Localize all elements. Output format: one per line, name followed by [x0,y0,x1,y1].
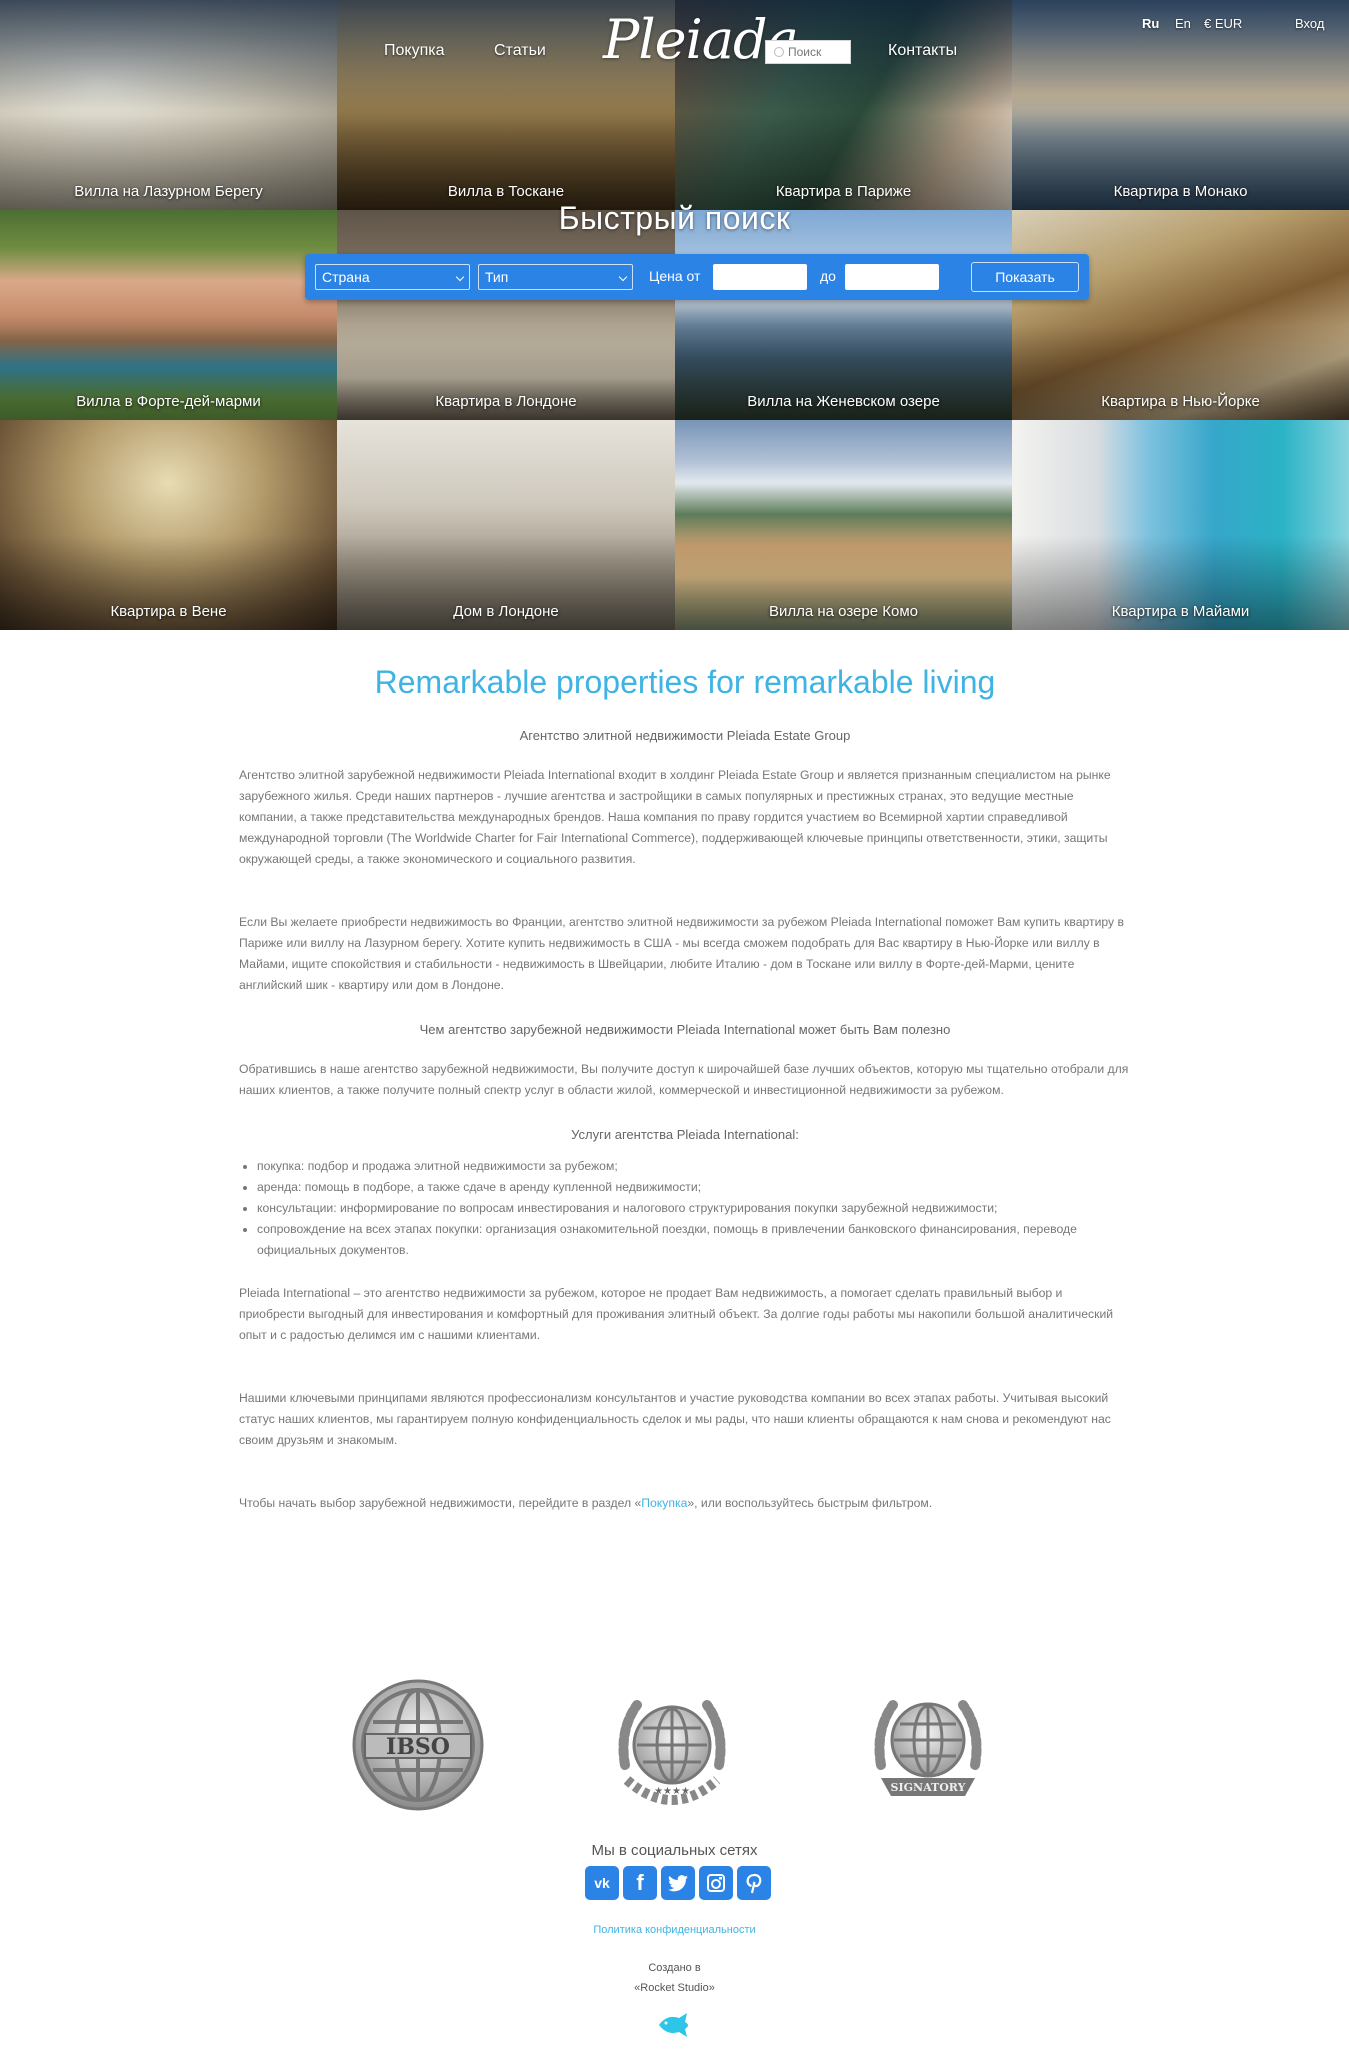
tile-caption: Вилла в Тоскане [447,183,565,200]
social-heading: Мы в социальных сетях [591,1842,758,1859]
list-item: покупка: подбор и продажа элитной недвиж… [257,1156,1131,1177]
list-item: сопровождение на всех этапах покупки: ор… [257,1219,1131,1261]
charter-badge: ★★★★ [618,1700,726,1805]
tile-villa-lake-como[interactable]: Вилла на озере Комо [675,420,1012,630]
tile-caption: Вилла в Форте-дей-марми [76,393,261,410]
chevron-down-icon [618,272,628,282]
made-by: Создано в «Rocket Studio» [0,1958,1349,1998]
price-to-label: до [820,268,836,284]
search-input[interactable] [788,45,848,59]
signatory-text: SIGNATORY [891,1781,966,1794]
buy-section-link[interactable]: Покупка [641,1496,687,1510]
made-by-studio[interactable]: «Rocket Studio» [0,1978,1349,1998]
tile-caption: Вилла на Женевском озере [747,393,940,410]
services-list: покупка: подбор и продажа элитной недвиж… [239,1156,1131,1261]
chevron-down-icon [455,272,465,282]
tile-apartment-monaco[interactable]: Квартира в Монако [1012,0,1349,210]
facebook-icon[interactable]: f [623,1866,657,1900]
list-item: аренда: помощь в подборе, а также сдаче … [257,1177,1131,1198]
tile-villa-cote-dazur[interactable]: Вилла на Лазурном Берегу [0,0,337,210]
type-select[interactable]: Тип [478,264,633,290]
ibso-logo: IBSO [352,1679,484,1811]
nav-buy-link[interactable]: Покупка [384,42,445,60]
price-from-label: Цена от [649,268,701,284]
lang-ru-link[interactable]: Ru [1142,16,1159,31]
tile-apartment-miami[interactable]: Квартира в Майами [1012,420,1349,630]
paragraph-principles: Нашими ключевыми принципами являются про… [239,1391,1111,1447]
section-heading-benefits: Чем агентство зарубежной недвижимости Pl… [419,1022,951,1037]
hero-section: Вилла на Лазурном Берегу Вилла в Тоскане… [0,0,1349,630]
search-icon [774,47,784,57]
social-links: vk f [585,1866,771,1900]
quick-search-bar: Страна Тип Цена от до Показать [305,254,1089,300]
tile-caption: Квартира в Майами [1111,603,1250,620]
tile-apartment-vienna[interactable]: Квартира в Вене [0,420,337,630]
paragraph-about: Pleiada International – это агентство не… [239,1286,1114,1342]
vk-icon[interactable]: vk [585,1866,619,1900]
country-select[interactable]: Страна [315,264,470,290]
price-to-input[interactable] [845,264,939,290]
cta-text-after: », или воспользуйтесь быстрым фильтром. [687,1496,933,1510]
tile-caption: Дом в Лондоне [453,603,559,620]
section-heading-services: Услуги агентства Pleiada International: [571,1127,799,1142]
tile-apartment-new-york[interactable]: Квартира в Нью-Йорке [1012,210,1349,420]
nav-contacts-link[interactable]: Контакты [888,42,957,60]
intro-paragraph: Агентство элитной зарубежной недвижимост… [239,768,1111,866]
tile-apartment-london[interactable]: Квартира в Лондоне [337,210,675,420]
tile-caption: Квартира в Вене [110,603,227,620]
charter-signatory-badge: SIGNATORY [874,1700,982,1796]
made-by-line1: Создано в [648,1962,701,1974]
tile-caption: Квартира в Лондоне [435,393,577,410]
price-from-input[interactable] [713,264,807,290]
tile-caption: Квартира в Париже [775,183,912,200]
paragraph-buy-abroad: Если Вы желаете приобрести недвижимость … [239,915,1124,992]
list-item: консультации: информирование по вопросам… [257,1198,1131,1219]
svg-text:★★★★: ★★★★ [654,1786,690,1797]
quick-search-title: Быстрый поиск [558,200,791,236]
section-subtitle: Агентство элитной недвижимости Pleiada E… [519,728,851,743]
currency-selector[interactable]: € EUR [1204,16,1242,31]
tile-caption: Квартира в Нью-Йорке [1101,393,1260,410]
ibso-text: IBSO [386,1734,450,1760]
privacy-policy-link[interactable]: Политика конфиденциальности [0,1924,1349,1936]
tile-caption: Вилла на Лазурном Берегу [74,183,263,200]
tile-house-london[interactable]: Дом в Лондоне [337,420,675,630]
country-select-value: Страна [322,269,370,285]
paragraph-benefits: Обратившись в наше агентство зарубежной … [239,1062,1129,1097]
paragraph-cta: Чтобы начать выбор зарубежной недвижимос… [239,1493,1131,1514]
page-title: Remarkable properties for remarkable liv… [374,664,996,700]
type-select-value: Тип [485,269,509,285]
search-field[interactable] [765,40,851,64]
login-link[interactable]: Вход [1295,16,1324,31]
rocket-studio-fish-icon[interactable] [657,2010,693,2040]
pinterest-icon[interactable] [737,1866,771,1900]
tile-villa-forte-dei-marmi[interactable]: Вилла в Форте-дей-марми [0,210,337,420]
instagram-icon[interactable] [699,1866,733,1900]
lang-en-link[interactable]: En [1175,16,1191,31]
nav-articles-link[interactable]: Статьи [494,42,546,60]
cta-text-before: Чтобы начать выбор зарубежной недвижимос… [239,1496,642,1510]
property-tiles-grid: Вилла на Лазурном Берегу Вилла в Тоскане… [0,0,1349,630]
show-results-button[interactable]: Показать [971,262,1079,292]
twitter-icon[interactable] [661,1866,695,1900]
tile-caption: Квартира в Монако [1113,183,1248,200]
tile-villa-lake-geneva[interactable]: Вилла на Женевском озере [675,210,1012,420]
main-content: Remarkable properties for remarkable liv… [239,660,1131,1514]
tile-caption: Вилла на озере Комо [768,603,918,620]
